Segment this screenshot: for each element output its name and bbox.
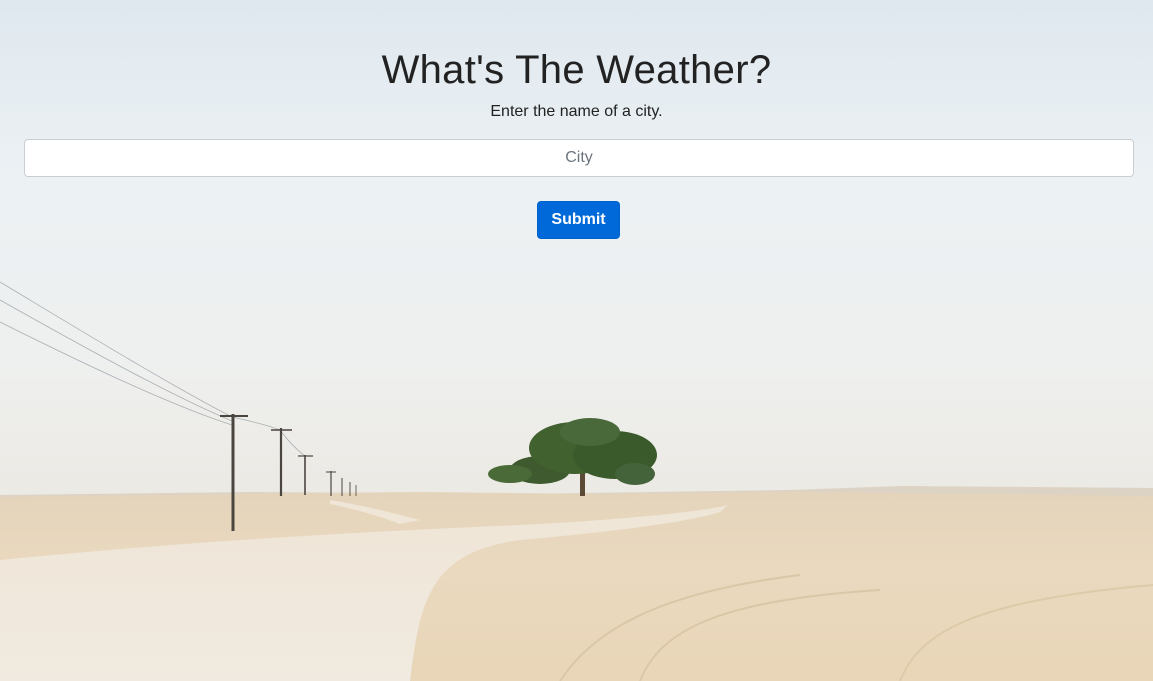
- page-subtitle: Enter the name of a city.: [490, 103, 663, 120]
- city-input[interactable]: [24, 139, 1134, 177]
- submit-button[interactable]: Submit: [537, 201, 620, 239]
- page-title: What's The Weather?: [381, 48, 772, 92]
